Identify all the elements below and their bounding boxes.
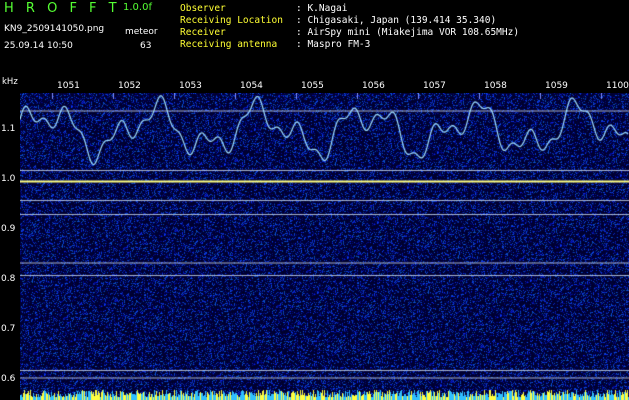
antenna-value: : Maspro FM-3 bbox=[296, 39, 371, 50]
x-tick-label: 1054 bbox=[240, 81, 263, 91]
spectrogram-canvas bbox=[20, 93, 629, 400]
observer-value: : K.Nagai bbox=[296, 3, 348, 14]
x-tick-label: 1057 bbox=[423, 81, 446, 91]
location-label: Receiving Location bbox=[180, 15, 283, 26]
x-tick-label: 1058 bbox=[484, 81, 507, 91]
x-tick-label: 1053 bbox=[179, 81, 202, 91]
x-tick-label: 1056 bbox=[362, 81, 385, 91]
location-value: : Chigasaki, Japan (139.414 35.340) bbox=[296, 15, 497, 26]
header-panel: H R O F F T 1.0.0f KN9_2509141050.png 25… bbox=[0, 0, 629, 76]
x-tick-label: 1055 bbox=[301, 81, 324, 91]
y-tick-label: 0.6 bbox=[1, 374, 16, 384]
timestamp: 25.09.14 10:50 bbox=[4, 41, 73, 51]
file-name: KN9_2509141050.png bbox=[4, 24, 105, 34]
observer-label: Observer bbox=[180, 3, 226, 14]
app-version: 1.0.0f bbox=[123, 2, 152, 13]
x-tick-label: 1059 bbox=[545, 81, 568, 91]
y-tick-label: 0.7 bbox=[1, 324, 16, 334]
x-tick-label: 1100 bbox=[606, 81, 629, 91]
antenna-label: Receiving antenna bbox=[180, 39, 278, 50]
receiver-value: : AirSpy mini (Miakejima VOR 108.65MHz) bbox=[296, 27, 520, 38]
meteor-count: 63 bbox=[140, 41, 152, 51]
app-title: H R O F F T bbox=[4, 1, 121, 16]
receiver-label: Receiver bbox=[180, 27, 226, 38]
y-tick-label: 0.9 bbox=[1, 224, 16, 234]
meteor-label: meteor bbox=[125, 27, 158, 37]
y-tick-label: 1.1 bbox=[1, 124, 16, 134]
y-tick-label: 0.8 bbox=[1, 274, 16, 284]
x-tick-label: 1051 bbox=[57, 81, 80, 91]
y-axis-unit: kHz bbox=[2, 77, 18, 87]
x-tick-label: 1052 bbox=[118, 81, 141, 91]
y-tick-label: 1.0 bbox=[1, 174, 16, 184]
